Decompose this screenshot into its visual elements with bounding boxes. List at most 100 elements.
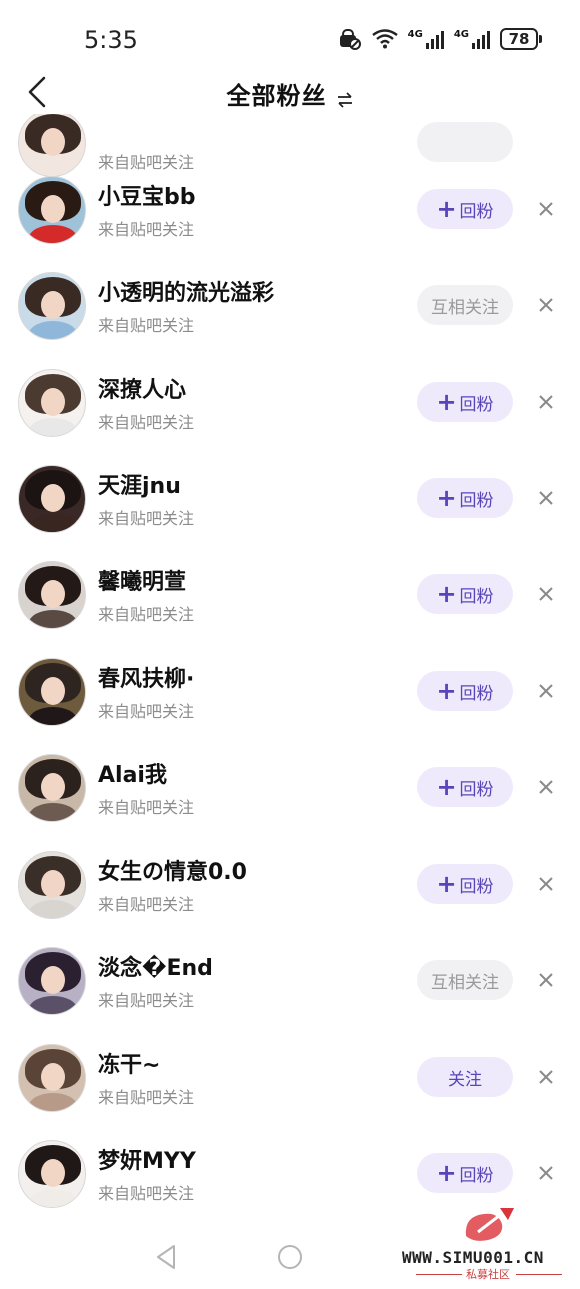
list-item[interactable]: 馨曦明萱 来自贴吧关注 + 回粉 [0,561,580,657]
follow-back-button[interactable]: + 回粉 [417,189,513,229]
list-item[interactable]: 淡念�End 来自贴吧关注 互相关注 [0,947,580,1043]
mutual-follow-button[interactable]: 互相关注 [417,285,513,325]
user-source: 来自贴吧关注 [98,509,195,528]
avatar[interactable] [18,369,86,437]
user-name[interactable]: 淡念�End [98,950,213,982]
avatar[interactable] [18,851,86,919]
avatar[interactable] [18,561,86,629]
vpn-lock-icon [339,29,361,50]
list-item[interactable]: 深撩人心 来自贴吧关注 + 回粉 [0,369,580,465]
avatar[interactable] [18,947,86,1015]
plus-icon: + [436,388,457,416]
user-name[interactable]: 天涯jnu [98,468,181,500]
user-name[interactable]: 梦妍MYY [98,1143,196,1175]
nav-home-icon[interactable] [276,1243,304,1271]
close-icon[interactable] [534,872,558,896]
list-item[interactable]: Alai我 来自贴吧关注 + 回粉 [0,754,580,850]
close-icon[interactable] [534,390,558,414]
battery-level: 78 [500,28,538,50]
follow-back-button[interactable]: + 回粉 [417,767,513,807]
close-icon[interactable] [534,486,558,510]
follow-action-button[interactable] [417,122,513,162]
signal-bars-icon [425,31,444,49]
user-name[interactable]: 馨曦明萱 [98,564,186,596]
follow-back-label: 回粉 [459,683,494,704]
avatar[interactable] [18,754,86,822]
list-item[interactable]: 天涯jnu 来自贴吧关注 + 回粉 [0,465,580,561]
plus-icon: + [436,195,457,223]
plus-icon: + [436,484,457,512]
nav-back-icon[interactable] [154,1243,178,1271]
close-icon[interactable] [534,582,558,606]
page-title[interactable]: 全部粉丝 [226,82,326,110]
user-source: 来自贴吧关注 [98,895,195,914]
follow-back-label: 回粉 [459,779,494,800]
mutual-follow-label: 互相关注 [431,297,499,318]
close-icon[interactable] [534,1161,558,1185]
follow-back-button[interactable]: + 回粉 [417,671,513,711]
avatar[interactable] [18,465,86,533]
list-item[interactable]: 小豆宝bb 来自贴吧关注 + 回粉 [0,176,580,272]
close-icon[interactable] [534,679,558,703]
watermark-logo-icon [465,1208,514,1241]
user-name[interactable]: 春风扶柳· [98,661,194,693]
user-source: 来自贴吧关注 [98,220,195,239]
close-icon[interactable] [534,293,558,317]
close-icon[interactable] [534,968,558,992]
follow-back-button[interactable]: + 回粉 [417,478,513,518]
follow-back-button[interactable]: + 回粉 [417,1153,513,1193]
follow-label: 关注 [448,1069,482,1090]
list-item[interactable]: 女生の情意0.0 来自贴吧关注 + 回粉 [0,851,580,947]
user-source: 来自贴吧关注 [98,991,195,1010]
list-item[interactable]: 小透明的流光溢彩 来自贴吧关注 互相关注 [0,272,580,368]
user-source: 来自贴吧关注 [98,798,195,817]
user-source: 来自贴吧关注 [98,153,195,172]
sort-swap-icon[interactable] [336,91,354,108]
site-watermark: WWW.SIMU001.CN 私募社区 [402,1206,574,1286]
plus-icon: + [436,1159,457,1187]
follow-back-button[interactable]: + 回粉 [417,574,513,614]
avatar[interactable] [18,272,86,340]
plus-icon: + [436,677,457,705]
plus-icon: + [436,773,457,801]
avatar[interactable] [18,658,86,726]
follow-back-label: 回粉 [459,201,494,222]
user-name[interactable]: 女生の情意0.0 [98,854,247,886]
close-icon[interactable] [534,1065,558,1089]
follow-back-label: 回粉 [459,394,494,415]
plus-icon: + [436,870,457,898]
avatar[interactable] [18,1140,86,1208]
follow-button[interactable]: 关注 [417,1057,513,1097]
user-name[interactable]: 小透明的流光溢彩 [98,275,274,307]
status-bar-overlay: 5:35 4G 4G 78 [0,0,580,72]
list-item[interactable]: 冻干~ 来自贴吧关注 关注 [0,1044,580,1140]
follow-back-label: 回粉 [459,1165,494,1186]
list-item[interactable]: 春风扶柳· 来自贴吧关注 + 回粉 [0,658,580,754]
user-name[interactable]: Alai我 [98,757,167,789]
follow-back-label: 回粉 [459,586,494,607]
close-icon[interactable] [534,775,558,799]
follower-list[interactable]: 来自贴吧关注 小豆宝bb 来自贴吧关注 + 回粉 小透明的流光溢彩 来自贴吧关注 … [0,0,580,1225]
user-name[interactable]: 深撩人心 [98,372,186,404]
avatar[interactable] [18,176,86,244]
user-source: 来自贴吧关注 [98,316,195,335]
header: 全部粉丝 [0,70,580,114]
user-name[interactable]: 冻干~ [98,1047,160,1079]
avatar[interactable] [18,109,86,177]
avatar[interactable] [18,1044,86,1112]
close-icon[interactable] [534,197,558,221]
follow-back-label: 回粉 [459,490,494,511]
follow-back-button[interactable]: + 回粉 [417,864,513,904]
battery-tip [539,35,542,43]
follow-back-button[interactable]: + 回粉 [417,382,513,422]
watermark-line-right [516,1274,562,1275]
user-name[interactable]: 小豆宝bb [98,179,196,211]
signal-label: 4G [407,29,423,40]
title-wrap: 全部粉丝 [0,76,580,111]
signal-2: 4G [454,29,490,49]
user-source: 来自贴吧关注 [98,413,195,432]
mutual-follow-button[interactable]: 互相关注 [417,960,513,1000]
user-source: 来自贴吧关注 [98,1184,195,1203]
signal-bars-icon [472,31,490,49]
watermark-site: WWW.SIMU001.CN [402,1248,544,1267]
